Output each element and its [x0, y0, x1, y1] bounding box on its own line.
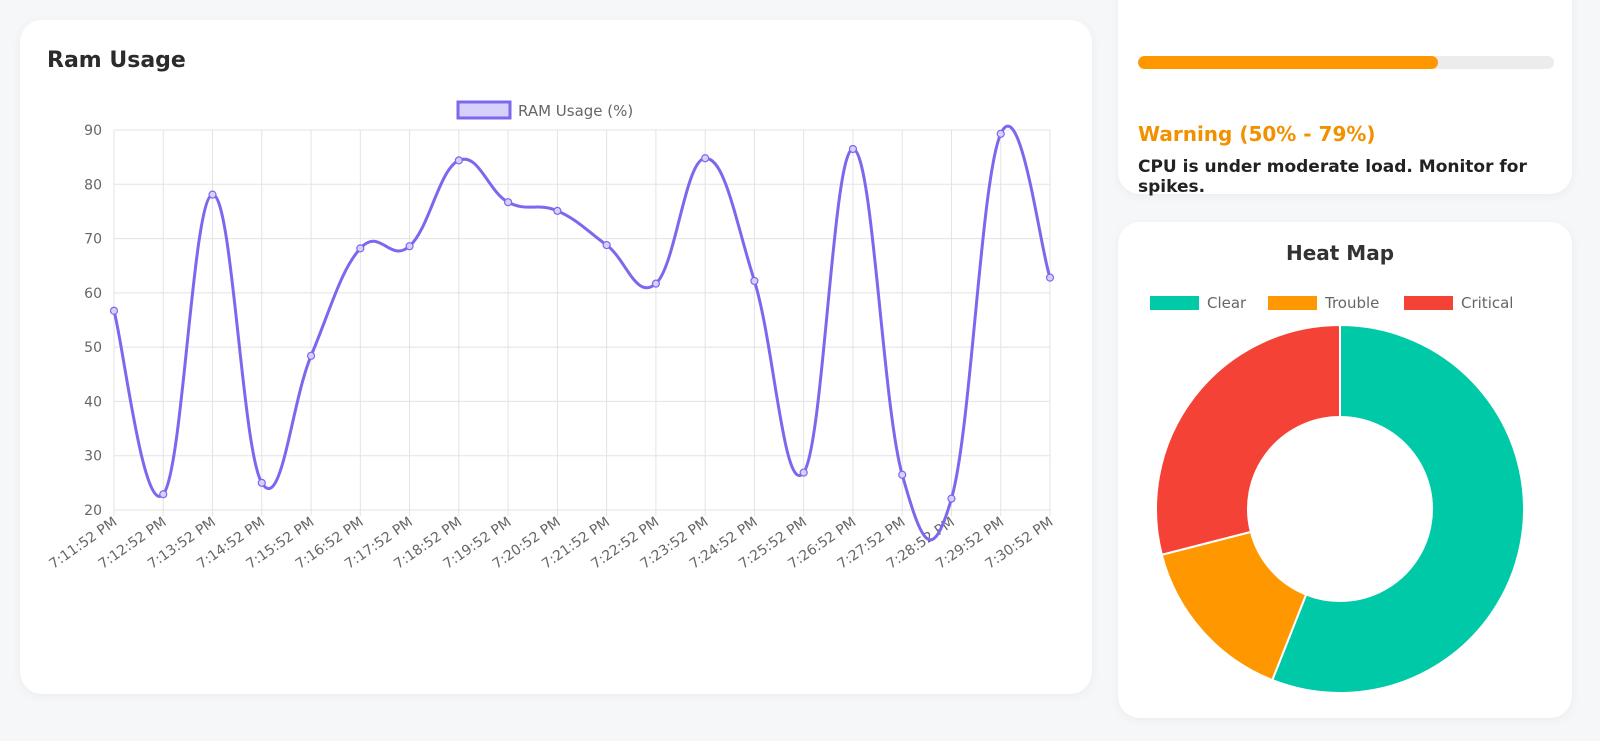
- ram-usage-point: [947, 494, 956, 503]
- doughnut-slice-critical: [1155, 323, 1341, 556]
- ram-usage-point: [848, 144, 858, 154]
- cpu-status-label: Warning: [1138, 122, 1233, 146]
- ram-usage-point: [996, 129, 1005, 138]
- ram-usage-point: [208, 190, 217, 199]
- cpu-status-message: CPU is under moderate load. Monitor for …: [1138, 157, 1527, 197]
- cpu-status-card: Warning (50% - 79%) CPU is under moderat…: [1118, 0, 1572, 197]
- legend-label-ram-usage: RAM Usage (%): [518, 102, 633, 120]
- y-tick-label: 50: [84, 340, 102, 356]
- cpu-status-range: (50% - 79%): [1232, 122, 1376, 146]
- ram-usage-point: [602, 240, 611, 250]
- cpu-progress-fill: [1138, 56, 1438, 69]
- ram-usage-point: [553, 206, 562, 215]
- legend-swatch-ram-usage: [456, 100, 512, 120]
- legend-label-trouble: Trouble: [1324, 294, 1379, 312]
- ram-usage-point: [356, 244, 365, 253]
- ram-usage-point: [504, 198, 513, 207]
- ram-usage-point: [257, 478, 266, 487]
- y-tick-label: 80: [84, 177, 102, 193]
- y-tick-label: 90: [84, 123, 102, 139]
- ram-usage-point: [651, 279, 660, 288]
- legend-swatch-clear: [1150, 296, 1199, 310]
- legend-label-clear: Clear: [1207, 294, 1247, 312]
- ram-usage-point: [750, 276, 759, 286]
- cpu-status-text: Warning (50% - 79%): [1138, 122, 1376, 146]
- y-tick-label: 40: [84, 394, 102, 410]
- legend-label-critical: Critical: [1461, 294, 1513, 312]
- ram-usage-card: Ram Usage 20 30 40 50 60 70 80 90 7:11:52 PM 7:12…: [20, 20, 1092, 694]
- heat-map-card: Heat Map Clear Trouble Critical: [1118, 222, 1572, 718]
- cpu-progress-track: [1138, 56, 1554, 69]
- ram-usage-point: [159, 490, 168, 499]
- heat-map-chart: Heat Map Clear Trouble Critical: [1150, 241, 1525, 694]
- ram-usage-point: [405, 242, 414, 251]
- y-tick-label: 70: [84, 232, 102, 248]
- y-tick-label: 20: [84, 503, 102, 519]
- ram-usage-line: [112, 124, 1052, 542]
- ram-usage-point: [109, 306, 119, 315]
- ram-usage-point: [1045, 273, 1055, 282]
- y-tick-label: 30: [84, 449, 102, 465]
- ram-usage-point: [306, 351, 316, 360]
- y-tick-label: 60: [84, 286, 102, 302]
- ram-usage-point: [454, 156, 463, 165]
- ram-usage-chart: 20304050607080907:11:52 PM7:12:52 PM7:13…: [46, 100, 1056, 573]
- ram-usage-point: [898, 470, 907, 479]
- legend-swatch-trouble: [1268, 296, 1317, 310]
- ram-usage-point: [701, 154, 710, 163]
- ram-usage-point: [799, 468, 808, 477]
- heat-map-title: Heat Map: [1286, 241, 1394, 265]
- legend-swatch-critical: [1404, 296, 1453, 310]
